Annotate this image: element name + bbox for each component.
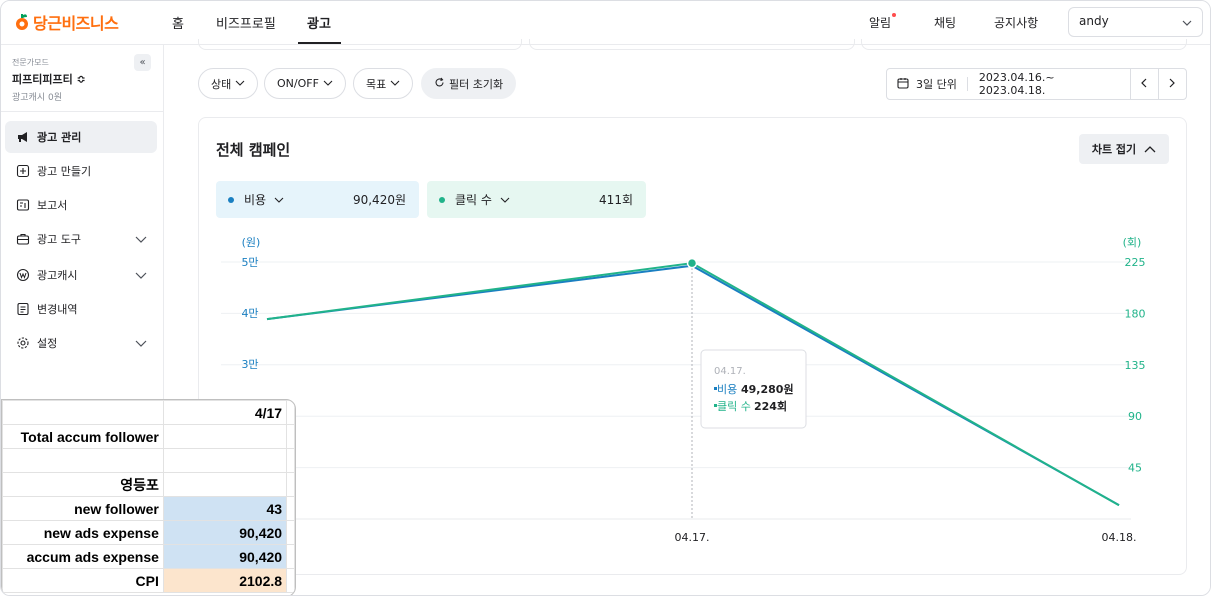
- sheet-row: new follower 43: [2, 496, 295, 521]
- sheet-row-value: [162, 448, 288, 473]
- tooltip-cost: 비용: [717, 383, 737, 396]
- sheet-row-label: 영등포: [2, 472, 164, 497]
- sheet-row-label: CPI: [2, 568, 164, 593]
- sheet-cell: [286, 568, 295, 593]
- sheet-cell: [286, 544, 295, 569]
- sheet-row: accum ads expense 90,420: [2, 544, 295, 569]
- right-axis-tick-label: 45: [1128, 462, 1142, 475]
- left-axis-tick-label: 5만: [241, 256, 258, 269]
- sheet-cell: [2, 400, 164, 425]
- right-axis-tick-label: 225: [1125, 256, 1146, 269]
- spreadsheet-table: 4/17 Total accum follower 영등포 new follow…: [2, 400, 295, 593]
- tooltip-date: 04.17.: [714, 366, 746, 377]
- tooltip-clicks: 클릭 수: [717, 400, 751, 413]
- x-axis-tick-label: 04.18.: [1102, 531, 1137, 544]
- right-axis-tick-label: 180: [1125, 307, 1146, 320]
- left-axis-tick-label: 4만: [241, 307, 258, 320]
- sheet-cell: [286, 496, 295, 521]
- sheet-row-label: Total accum follower: [2, 424, 164, 449]
- tooltip-clicks-value: 224회: [754, 399, 787, 413]
- right-axis-unit: (회): [1123, 236, 1142, 249]
- sheet-row: new ads expense 90,420: [2, 520, 295, 545]
- sheet-row-value: 43: [162, 496, 288, 521]
- sheet-row-value: 2102.8: [162, 568, 288, 593]
- sheet-cell: [286, 520, 295, 545]
- app-window: 당근비즈니스 홈 비즈프로필 광고 알림 채팅 공지사항 andy 전문가모드 …: [0, 0, 1211, 596]
- sheet-row: Total accum follower: [2, 424, 295, 449]
- right-axis-tick-label: 90: [1128, 410, 1142, 423]
- left-axis-tick-label: 3만: [241, 358, 258, 371]
- sheet-row: [2, 448, 295, 473]
- right-axis-tick-label: 135: [1125, 359, 1146, 372]
- sheet-row-label: new follower: [2, 496, 164, 521]
- sheet-header-date: 4/17: [162, 400, 288, 425]
- x-axis-tick-label: 04.17.: [675, 531, 710, 544]
- data-point-marker: [686, 257, 698, 269]
- sheet-row-value: [162, 424, 288, 449]
- spreadsheet-overlay: 4/17 Total accum follower 영등포 new follow…: [1, 399, 296, 595]
- left-axis-unit: (원): [242, 236, 261, 249]
- sheet-row-value: 90,420: [162, 544, 288, 569]
- sheet-header-row: 4/17: [2, 400, 295, 425]
- sheet-cell: [286, 400, 295, 425]
- tooltip-cost-value: 49,280원: [741, 382, 794, 396]
- sheet-row: CPI 2102.8: [2, 568, 295, 593]
- series-line-clicks: [266, 262, 1120, 507]
- sheet-row-label: new ads expense: [2, 520, 164, 545]
- sheet-row-value: 90,420: [162, 520, 288, 545]
- sheet-row-label: accum ads expense: [2, 544, 164, 569]
- sheet-cell: [286, 448, 295, 473]
- sheet-cell: [286, 472, 295, 497]
- sheet-cell: [286, 424, 295, 449]
- sheet-row-value: [162, 472, 288, 497]
- sheet-row: 영등포: [2, 472, 295, 497]
- sheet-row-label: [2, 448, 164, 473]
